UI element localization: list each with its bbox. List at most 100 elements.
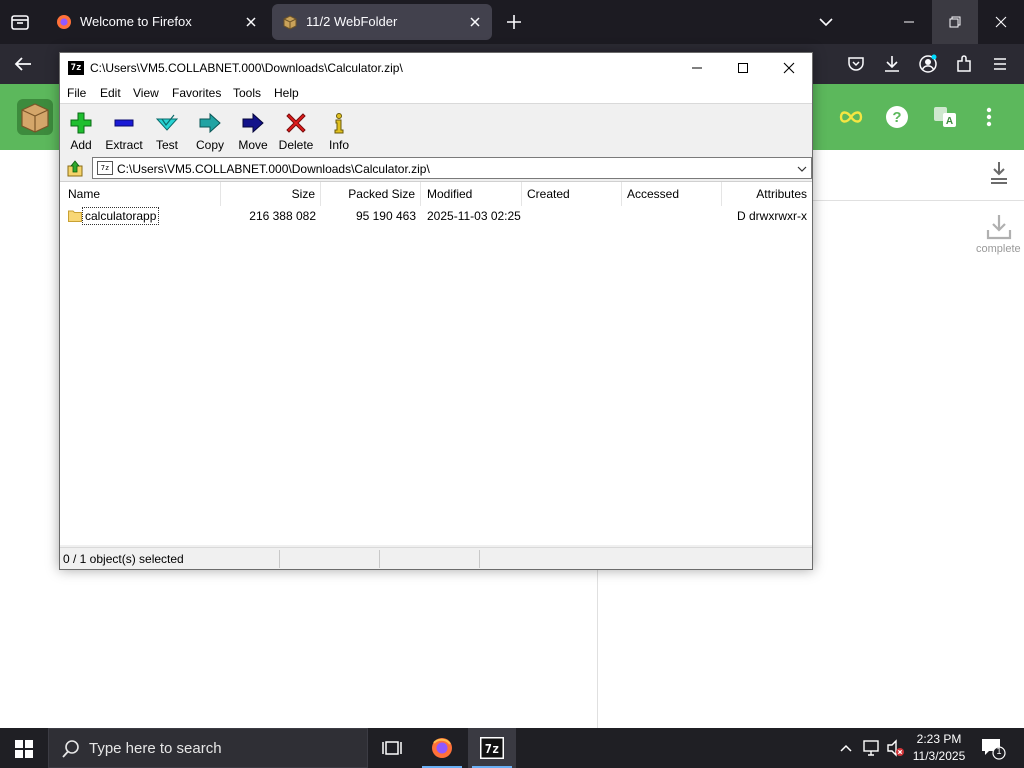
task-view-button[interactable]	[368, 728, 416, 768]
infinity-icon[interactable]	[838, 104, 864, 130]
tab-webfolder[interactable]: 11/2 WebFolder	[272, 4, 492, 40]
close-window-button[interactable]	[766, 53, 812, 83]
status-text: 0 / 1 object(s) selected	[63, 552, 184, 566]
box-logo-icon[interactable]	[16, 98, 54, 136]
download-icon[interactable]	[988, 160, 1010, 186]
test-icon	[155, 114, 179, 131]
toolbar: Add Extract Test Copy Move Delete Info	[60, 103, 812, 155]
svg-text:7z: 7z	[485, 742, 499, 756]
file-list[interactable]: Name Size Packed Size Modified Created A…	[60, 181, 812, 545]
task-view-icon	[382, 741, 402, 755]
status-divider	[479, 550, 480, 568]
column-accessed[interactable]: Accessed	[622, 182, 722, 206]
help-icon[interactable]: ?	[884, 104, 910, 130]
tab-title: Welcome to Firefox	[80, 14, 192, 29]
status-divider	[379, 550, 380, 568]
extract-icon	[114, 119, 134, 127]
toolbar-label: Info	[328, 138, 349, 152]
taskbar: Type here to search 7z 2:23 PM 11/3/2025…	[0, 728, 1024, 768]
7zip-app-icon: 7z	[68, 61, 84, 75]
status-divider	[279, 550, 280, 568]
menu-help[interactable]: Help	[274, 86, 299, 100]
folder-icon	[68, 209, 82, 222]
firefox-tab-bar: Welcome to Firefox 11/2 WebFolder	[0, 0, 1024, 44]
column-size[interactable]: Size	[221, 182, 321, 206]
column-packed-size[interactable]: Packed Size	[321, 182, 421, 206]
taskbar-7zip[interactable]: 7z	[468, 728, 516, 768]
menu-file[interactable]: File	[67, 86, 86, 100]
windows-logo-icon	[15, 740, 33, 758]
file-size: 216 388 082	[249, 209, 316, 223]
minimize-button[interactable]	[674, 53, 720, 83]
more-vertical-icon[interactable]	[976, 104, 1002, 130]
info-icon	[334, 113, 344, 134]
7zip-title-bar[interactable]: 7z C:\Users\VM5.COLLABNET.000\Downloads\…	[60, 53, 812, 83]
info-button[interactable]: Info	[316, 108, 362, 154]
table-row[interactable]: calculatorapp 216 388 082 95 190 463 202…	[60, 206, 812, 226]
column-name[interactable]: Name	[63, 182, 221, 206]
menu-edit[interactable]: Edit	[100, 86, 121, 100]
firefox-icon	[56, 14, 72, 30]
close-window-button[interactable]	[978, 0, 1024, 44]
start-button[interactable]	[0, 728, 48, 768]
notification-count: 1	[996, 746, 1002, 756]
chevron-down-icon[interactable]	[816, 12, 836, 32]
address-row: 7z C:\Users\VM5.COLLABNET.000\Downloads\…	[60, 155, 812, 181]
download-complete-icon[interactable]	[984, 212, 1014, 242]
clock-time: 2:23 PM	[916, 732, 962, 746]
chevron-up-icon[interactable]	[836, 738, 856, 758]
move-icon	[242, 112, 264, 134]
chevron-down-icon[interactable]	[795, 162, 809, 176]
restore-button[interactable]	[932, 0, 978, 44]
account-icon[interactable]	[918, 54, 938, 74]
maximize-button[interactable]	[720, 53, 766, 83]
archive-icon: 7z	[97, 161, 113, 175]
hamburger-menu-icon[interactable]	[990, 54, 1010, 74]
list-header: Name Size Packed Size Modified Created A…	[60, 182, 812, 206]
up-folder-icon[interactable]	[66, 160, 84, 178]
column-attributes[interactable]: Attributes	[722, 182, 812, 206]
clock[interactable]: 2:23 PM 11/3/2025	[906, 731, 972, 765]
7zip-window: 7z C:\Users\VM5.COLLABNET.000\Downloads\…	[59, 52, 813, 570]
menu-bar: File Edit View Favorites Tools Help	[60, 83, 812, 103]
translate-icon[interactable]: A	[932, 104, 958, 130]
tab-welcome-to-firefox[interactable]: Welcome to Firefox	[46, 4, 268, 40]
download-complete-label: complete	[976, 243, 1021, 255]
search-placeholder: Type here to search	[89, 740, 222, 757]
delete-icon	[286, 113, 306, 133]
taskbar-firefox[interactable]	[418, 728, 466, 768]
search-icon	[61, 739, 81, 759]
svg-text:?: ?	[892, 109, 901, 126]
taskbar-search-box[interactable]: Type here to search	[48, 728, 368, 768]
back-arrow-icon[interactable]	[12, 54, 34, 74]
pocket-icon[interactable]	[846, 54, 866, 74]
firefox-icon	[432, 738, 452, 758]
clock-date: 11/3/2025	[912, 749, 966, 763]
column-created[interactable]: Created	[522, 182, 622, 206]
address-text: C:\Users\VM5.COLLABNET.000\Downloads\Cal…	[117, 162, 430, 176]
menu-favorites[interactable]: Favorites	[172, 86, 221, 100]
firefox-view-icon[interactable]	[8, 10, 32, 34]
7zip-app-icon: 7z	[480, 737, 504, 759]
minimize-button[interactable]	[886, 0, 932, 44]
network-icon[interactable]	[861, 738, 881, 758]
close-icon[interactable]	[244, 15, 258, 29]
file-modified: 2025-11-03 02:25	[427, 209, 521, 223]
add-icon	[70, 112, 92, 134]
notification-center-button[interactable]: 1	[980, 736, 1006, 760]
file-attributes: D drwxrwxr-x	[737, 209, 807, 223]
file-accessed	[622, 206, 722, 226]
close-icon[interactable]	[468, 15, 482, 29]
column-modified[interactable]: Modified	[422, 182, 522, 206]
downloads-icon[interactable]	[882, 54, 902, 74]
package-icon	[282, 14, 298, 30]
menu-view[interactable]: View	[133, 86, 159, 100]
extensions-icon[interactable]	[954, 54, 974, 74]
new-tab-icon[interactable]	[504, 12, 524, 32]
tab-title: 11/2 WebFolder	[306, 14, 398, 29]
address-bar[interactable]: 7z C:\Users\VM5.COLLABNET.000\Downloads\…	[92, 157, 812, 179]
file-name[interactable]: calculatorapp	[82, 207, 160, 225]
volume-muted-icon[interactable]	[886, 738, 906, 758]
menu-tools[interactable]: Tools	[233, 86, 261, 100]
file-created	[522, 206, 622, 226]
